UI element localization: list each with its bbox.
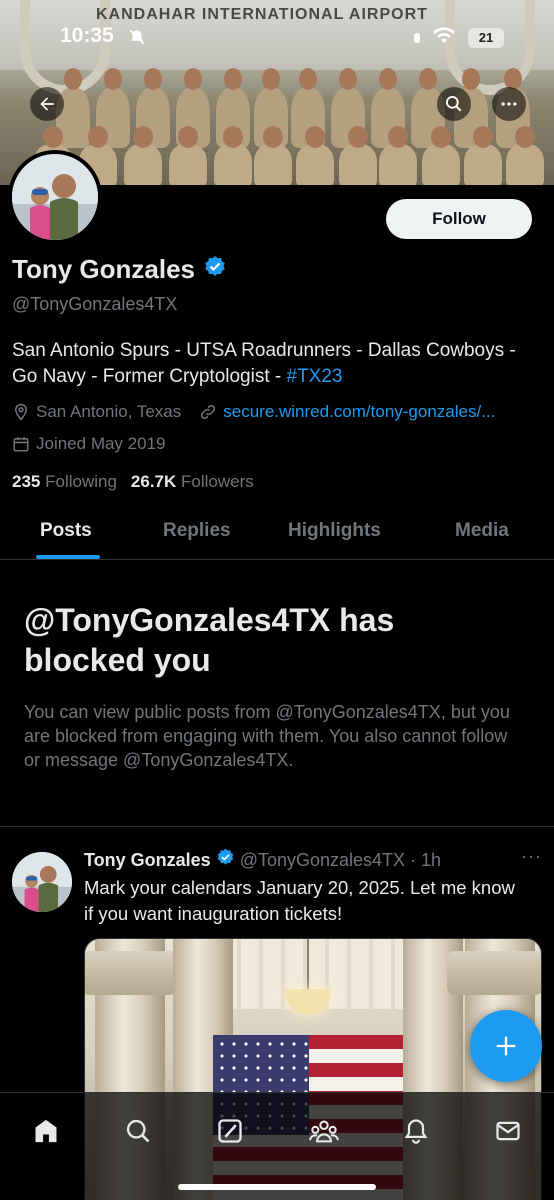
nav-communities[interactable] bbox=[304, 1111, 344, 1151]
status-time: 10:35 bbox=[60, 24, 114, 47]
mail-icon bbox=[496, 1121, 520, 1141]
blocked-body: You can view public posts from @TonyGonz… bbox=[24, 702, 510, 770]
profile-name: Tony Gonzales bbox=[12, 254, 195, 284]
silent-bell-icon bbox=[128, 28, 146, 51]
media-chandelier-chain bbox=[307, 939, 309, 989]
following-link[interactable]: 235 Following bbox=[12, 472, 117, 492]
location-pin-icon bbox=[14, 403, 28, 421]
more-options-button[interactable] bbox=[492, 87, 526, 121]
status-bar: 10:35 21 bbox=[0, 22, 554, 52]
post-author-name[interactable]: Tony Gonzales bbox=[84, 850, 211, 871]
profile-tabs: Posts Replies Highlights Media bbox=[0, 506, 554, 560]
post-more-button[interactable]: ··· bbox=[521, 846, 542, 867]
divider bbox=[0, 826, 554, 827]
post-author-avatar[interactable] bbox=[12, 852, 72, 912]
avatar-photo-icon bbox=[12, 852, 72, 912]
follow-button[interactable]: Follow bbox=[386, 199, 532, 239]
tab-media[interactable]: Media bbox=[455, 520, 509, 542]
post-author-handle: @TonyGonzales4TX bbox=[239, 849, 406, 870]
nav-messages[interactable] bbox=[488, 1111, 528, 1151]
tab-posts[interactable]: Posts bbox=[40, 520, 92, 542]
profile-meta-row: San Antonio, Texas secure.winred.com/ton… bbox=[12, 402, 495, 422]
post-header: Tony Gonzales @TonyGonzales4TX · 1h bbox=[84, 848, 441, 872]
profile-website[interactable]: secure.winred.com/tony-gonzales/... bbox=[199, 402, 495, 422]
avatar-photo-icon bbox=[12, 154, 98, 240]
profile-bio: San Antonio Spurs - UTSA Roadrunners - D… bbox=[12, 338, 532, 390]
plus-icon bbox=[496, 1036, 516, 1056]
profile-avatar[interactable] bbox=[8, 150, 102, 244]
blocked-notice: @TonyGonzales4TX has blocked you You can… bbox=[24, 600, 524, 772]
active-tab-indicator bbox=[36, 555, 100, 559]
arrow-left-icon bbox=[40, 97, 54, 111]
following-label: Following bbox=[45, 472, 117, 491]
location-text: San Antonio, Texas bbox=[36, 402, 182, 421]
joined-text: Joined May 2019 bbox=[36, 434, 166, 453]
tab-highlights[interactable]: Highlights bbox=[288, 520, 381, 542]
battery-icon: 21 bbox=[468, 27, 504, 48]
following-count: 235 bbox=[12, 472, 41, 491]
calendar-icon bbox=[13, 437, 29, 452]
media-column-capital bbox=[447, 951, 541, 995]
tab-replies[interactable]: Replies bbox=[163, 520, 231, 542]
post-text: Mark your calendars January 20, 2025. Le… bbox=[84, 877, 515, 924]
followers-label: Followers bbox=[181, 472, 254, 491]
grok-icon bbox=[218, 1119, 242, 1143]
search-profile-button[interactable] bbox=[437, 87, 471, 121]
home-icon bbox=[35, 1119, 57, 1143]
post-time: · 1h bbox=[410, 849, 442, 870]
blocked-title: @TonyGonzales4TX has blocked you bbox=[24, 602, 395, 678]
nav-search[interactable] bbox=[118, 1111, 158, 1151]
more-horizontal-icon bbox=[501, 102, 517, 106]
bio-hashtag-link[interactable]: #TX23 bbox=[287, 366, 343, 387]
bio-text: San Antonio Spurs - UTSA Roadrunners - D… bbox=[12, 340, 516, 387]
profile-name-row: Tony Gonzales bbox=[12, 254, 227, 285]
wifi-icon bbox=[432, 26, 456, 49]
link-icon bbox=[201, 404, 216, 420]
website-link[interactable]: secure.winred.com/tony-gonzales/... bbox=[223, 402, 495, 422]
followers-link[interactable]: 26.7K Followers bbox=[131, 472, 254, 492]
compose-post-button[interactable] bbox=[470, 1010, 542, 1082]
profile-location: San Antonio, Texas bbox=[12, 402, 181, 422]
nav-grok[interactable] bbox=[210, 1111, 250, 1151]
profile-handle: @TonyGonzales4TX bbox=[12, 294, 178, 314]
bell-icon bbox=[404, 1119, 428, 1144]
verified-badge-icon bbox=[203, 255, 227, 284]
follow-counts: 235 Following 26.7K Followers bbox=[12, 472, 254, 492]
media-chandelier bbox=[285, 989, 331, 1015]
communities-icon bbox=[309, 1120, 339, 1143]
nav-notifications[interactable] bbox=[396, 1111, 436, 1151]
media-column-capital bbox=[85, 951, 177, 995]
search-icon bbox=[446, 96, 462, 112]
verified-badge-icon bbox=[216, 848, 235, 872]
followers-count: 26.7K bbox=[130, 472, 177, 491]
back-button[interactable] bbox=[30, 87, 64, 121]
location-dot-icon bbox=[414, 32, 420, 43]
search-icon bbox=[126, 1119, 150, 1143]
profile-joined: Joined May 2019 bbox=[12, 434, 165, 454]
nav-home[interactable] bbox=[26, 1111, 66, 1151]
home-indicator bbox=[178, 1184, 376, 1190]
